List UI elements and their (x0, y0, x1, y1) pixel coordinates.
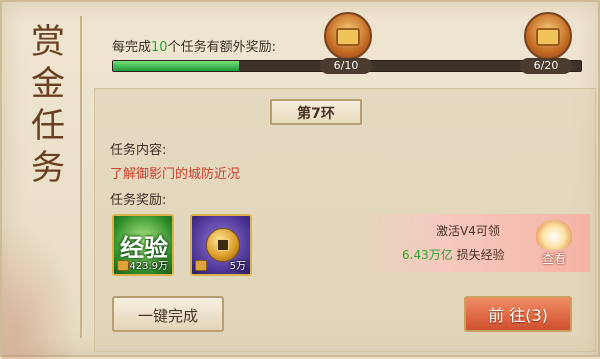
reward-item-coin[interactable]: 5万 (190, 214, 252, 276)
chest-count: 6/10 (320, 58, 372, 74)
lotus-icon (536, 220, 572, 250)
view-button-label: 查看 (541, 252, 566, 266)
round-tag: 第7环 (270, 99, 362, 125)
title-char: 务 (31, 148, 65, 188)
title-char: 任 (31, 106, 65, 146)
progress-label-prefix: 每完成 (112, 40, 152, 55)
promo-line2: 6.43万亿 损失经验 (402, 246, 505, 263)
treasure-chest-icon (524, 12, 572, 60)
reward-amount: 423.9万 (129, 261, 168, 272)
chest-count: 6/20 (520, 58, 572, 74)
task-content-label: 任务内容: (110, 143, 167, 158)
promo-amount: 6.43万亿 (402, 248, 453, 262)
task-content-text: 了解御影门的城防近况 (110, 167, 241, 182)
promo-line2-suffix: 损失经验 (456, 248, 505, 262)
promo-line1: 激活V4可领 (436, 224, 500, 238)
progress-label-count: 10 (151, 40, 168, 55)
reward-amount: 5万 (229, 261, 246, 272)
complete-all-button[interactable]: 一键完成 (112, 296, 224, 332)
reward-item-experience[interactable]: 经验 423.9万 (112, 214, 174, 276)
panel-title: 赏 金 任 务 (10, 14, 80, 344)
reward-chest-20[interactable]: 6/20 (518, 12, 574, 74)
lock-icon (195, 260, 207, 271)
reward-chest-10[interactable]: 6/10 (318, 12, 374, 74)
title-char: 赏 (31, 22, 65, 62)
progress-label-suffix: 个任务有额外奖励: (167, 40, 276, 55)
treasure-chest-icon (324, 12, 372, 60)
title-char: 金 (31, 64, 65, 104)
task-progress-fill (113, 61, 240, 71)
lock-icon (117, 260, 129, 271)
progress-label: 每完成10个任务有额外奖励: (112, 36, 276, 55)
task-reward-label: 任务奖励: (110, 193, 167, 208)
title-divider (80, 16, 82, 338)
view-button[interactable]: 查看 (530, 218, 578, 268)
bounty-task-panel: 赏 金 任 务 每完成10个任务有额外奖励: 6/10 6/20 第7环 任务内… (0, 0, 600, 359)
go-button[interactable]: 前 往(3) (464, 296, 572, 332)
